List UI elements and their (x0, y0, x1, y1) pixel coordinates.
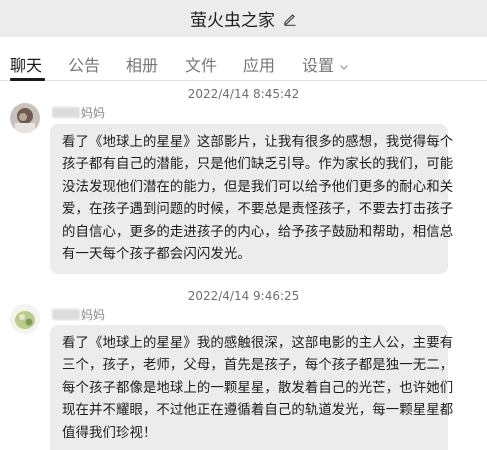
active-tab-indicator (10, 78, 45, 81)
edit-icon[interactable] (283, 12, 297, 26)
message-line: 现在并不耀眼，不过他正在遵循着自己的轨道发光，每一颗星星都 (62, 403, 454, 419)
message-line: 孩子都有自己的潜能，只是他们缺乏引导。作为家长的我们，可能 (62, 157, 454, 173)
message-timestamp: 2022/4/14 9:46:25 (187, 289, 300, 303)
avatar[interactable] (10, 103, 40, 133)
chat-area[interactable]: 2022/4/14 8:45:42 妈妈 看了《地球上的星星》这部影片，让我有很… (0, 82, 487, 450)
message-line: 爱，在孩子遇到问题的时候，不要总是责怪孩子，不要去打击孩子 (62, 202, 454, 218)
message-line: 的自信心，更多的走进孩子的内心，给予孩子鼓励和帮助，相信总 (62, 224, 454, 240)
message-bubble[interactable]: 看了《地球上的星星》这部影片，让我有很多的感想，我觉得每个 孩子都有自己的潜能，… (50, 124, 454, 275)
message-line: 每个孩子都像是地球上的一颗星星，散发着自己的光芒，也许她们 (62, 380, 454, 396)
avatar[interactable] (10, 304, 40, 334)
tab-announcement[interactable]: 公告 (68, 52, 100, 76)
tab-apps[interactable]: 应用 (243, 52, 275, 76)
sender-name-suffix: 妈妈 (81, 106, 106, 120)
message-bubble[interactable]: 看了《地球上的星星》我的感触很深，这部电影的主人公，主要有 三个，孩子，老师，父… (50, 325, 454, 450)
sender-name: 妈妈 (52, 104, 105, 121)
group-title: 萤火虫之家 (190, 11, 275, 31)
tab-album[interactable]: 相册 (126, 52, 158, 76)
message-line: 三个，孩子，老师，父母，首先是孩子，每个孩子都是独一无二， (62, 358, 454, 374)
message-line: 值得我们珍视！ (62, 425, 157, 441)
chevron-down-icon (340, 64, 348, 70)
tab-files[interactable]: 文件 (185, 52, 217, 76)
window-titlebar: 萤火虫之家 (0, 0, 487, 37)
message-timestamp: 2022/4/14 8:45:42 (187, 87, 300, 101)
sender-name: 妈妈 (52, 306, 105, 323)
tab-bar: 聊天 公告 相册 文件 应用 设置 (0, 37, 487, 81)
sender-name-suffix: 妈妈 (81, 308, 106, 322)
message-line: 看了《地球上的星星》这部影片，让我有很多的感想，我觉得每个 (62, 135, 454, 150)
tab-settings[interactable]: 设置 (302, 52, 350, 76)
tab-chat[interactable]: 聊天 (10, 52, 42, 76)
tab-settings-label: 设置 (302, 56, 335, 75)
message-line: 看了《地球上的星星》我的感触很深，这部电影的主人公，主要有 (62, 336, 454, 351)
message-line: 有一天每个孩子都会闪闪发光。 (62, 247, 251, 263)
message-line: 没法发现他们潜在的能力，但是我们可以给予他们更多的耐心和关 (62, 179, 454, 195)
